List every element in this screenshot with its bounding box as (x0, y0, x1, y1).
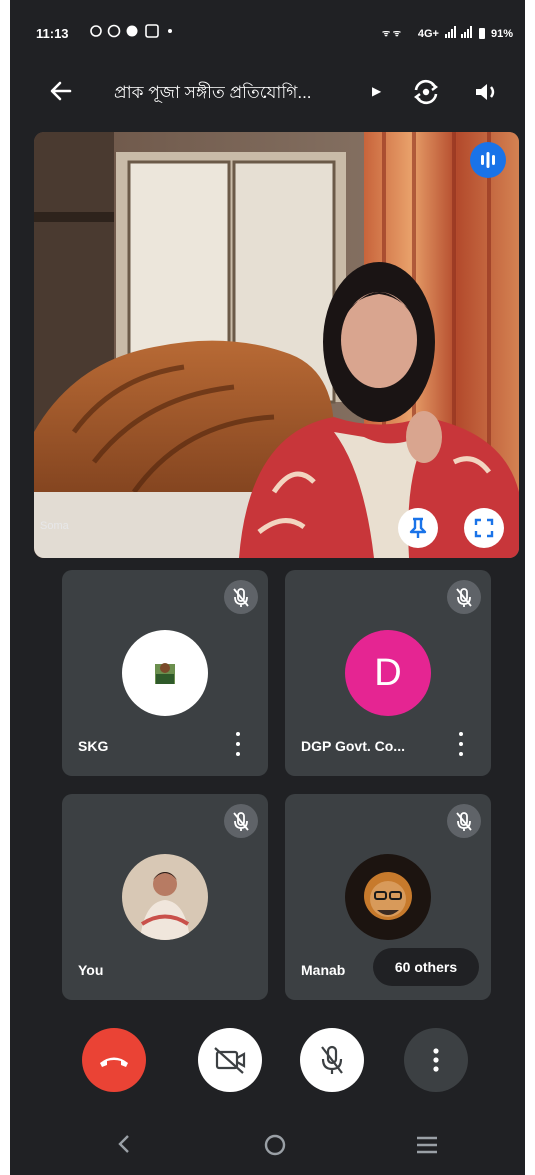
participant-tile[interactable]: You (62, 794, 268, 1000)
meet-call-screen: 11:13 ᯤ ᯤ 4G+ 91% প্রাক পূজা সঙ্গীত প্রত… (10, 0, 525, 1175)
more-vertical-icon (433, 1048, 439, 1072)
avatar (122, 854, 208, 940)
avatar-letter: D (345, 630, 431, 716)
mic-off-icon (321, 1045, 343, 1074)
title-expand-icon[interactable]: ▶ (372, 84, 381, 98)
end-call-icon (100, 1057, 128, 1067)
video-frame-image (34, 132, 519, 558)
more-options-icon[interactable] (455, 730, 467, 758)
nav-recents-icon[interactable] (414, 1134, 440, 1156)
mic-off-icon (447, 804, 481, 838)
mic-off-icon (447, 580, 481, 614)
signal-icon (444, 26, 473, 41)
status-right: ᯤ ᯤ 4G+ 91% (382, 26, 513, 41)
meeting-title[interactable]: প্রাক পূজা সঙ্গীত প্রতিযোগি... (114, 80, 374, 108)
back-arrow-icon[interactable] (46, 76, 76, 106)
more-options-icon[interactable] (232, 730, 244, 758)
participant-name: SKG (78, 738, 109, 754)
battery-percent: 91% (490, 27, 513, 40)
nav-home-icon[interactable] (262, 1132, 288, 1158)
status-bar: 11:13 ᯤ ᯤ 4G+ 91% (10, 0, 525, 62)
camera-off-icon (214, 1047, 246, 1074)
app-bar: প্রাক পূজা সঙ্গীত প্রতিযোগি... ▶ (10, 62, 525, 122)
volte-icon: ᯤ ᯤ (382, 26, 412, 41)
speaker-icon[interactable] (470, 76, 502, 108)
others-count-pill[interactable]: 60 others (373, 948, 479, 986)
camera-toggle-button[interactable] (198, 1028, 262, 1092)
system-nav-bar (10, 1110, 525, 1175)
participant-name: DGP Govt. Co... (301, 738, 405, 754)
avatar (122, 630, 208, 716)
svg-text:ᯤ ᯤ: ᯤ ᯤ (382, 28, 401, 38)
main-video-feed[interactable]: Soma (34, 132, 519, 558)
switch-camera-icon[interactable] (410, 76, 442, 108)
notification-icons-glyph (90, 24, 172, 38)
end-call-button[interactable] (82, 1028, 146, 1092)
mic-off-icon (224, 580, 258, 614)
mic-off-icon (224, 804, 258, 838)
network-type: 4G+ (417, 27, 439, 40)
fullscreen-button[interactable] (464, 508, 504, 548)
pin-icon (409, 517, 427, 538)
pin-button[interactable] (398, 508, 438, 548)
participant-tile[interactable]: D DGP Govt. Co... (285, 570, 491, 776)
notification-icons (90, 24, 188, 41)
more-options-button[interactable] (404, 1028, 468, 1092)
fullscreen-icon (474, 518, 494, 538)
speaker-name-tag: Soma (40, 520, 69, 532)
nav-back-icon[interactable] (114, 1132, 134, 1156)
status-time: 11:13 (36, 26, 69, 41)
battery-icon (478, 28, 485, 39)
participant-tile[interactable]: Manab 60 others (285, 794, 491, 1000)
participant-name: You (78, 962, 104, 978)
participant-tile[interactable]: SKG (62, 570, 268, 776)
speaking-indicator-icon (470, 142, 506, 178)
participant-name: Manab (301, 962, 346, 978)
mic-toggle-button[interactable] (300, 1028, 364, 1092)
avatar (345, 854, 431, 940)
